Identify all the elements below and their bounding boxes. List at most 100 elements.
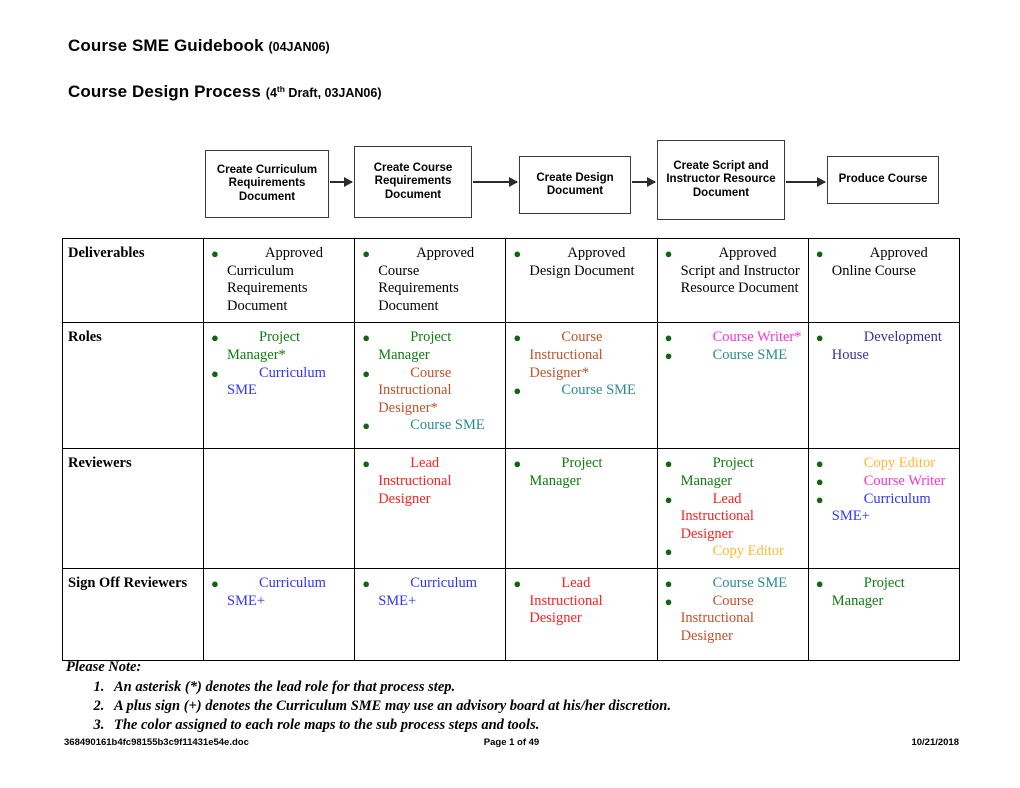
row-label: Roles xyxy=(62,322,204,450)
bullet-icon: ● xyxy=(513,330,522,346)
matrix-cell: ● Course Instructional Designer* ● Course S… xyxy=(505,322,658,450)
list-item: ● Course Instructional Designer xyxy=(663,593,803,646)
matrix-cell: ● Project Manager xyxy=(505,448,658,569)
list-item-label: Curriculum SME xyxy=(227,364,326,399)
matrix-cell: ● Approved Design Document xyxy=(505,237,658,324)
list-item-label: Approved Online Course xyxy=(831,245,928,279)
flow-step-label: Produce Course xyxy=(838,173,928,186)
cell-item-list: ● Lead Instructional Designer xyxy=(511,575,651,628)
section-title-draft: (4th Draft, 03JAN06) xyxy=(265,83,382,100)
bullet-icon: ● xyxy=(664,544,673,560)
bullet-icon: ● xyxy=(815,491,824,507)
list-item: ● Course SME xyxy=(360,417,500,435)
bullet-icon: ● xyxy=(664,575,673,591)
row-label: Reviewers xyxy=(62,448,204,569)
bullet-icon: ● xyxy=(664,491,673,507)
list-item: ● Copy Editor xyxy=(663,543,803,561)
bullet-icon: ● xyxy=(815,246,824,261)
page-title-text: Course SME Guidebook xyxy=(68,36,264,55)
bullet-icon: ● xyxy=(362,246,371,261)
table-row: Roles ● Project Manager* ● Curriculum SME ● Pr… xyxy=(62,322,961,450)
matrix-cell: ● Project Manager xyxy=(807,567,961,661)
list-item-label: Course Writer xyxy=(863,472,946,489)
list-item-label: Development House xyxy=(831,329,942,363)
list-item-label: Lead Instructional Designer xyxy=(378,455,452,507)
bullet-icon: ● xyxy=(362,365,371,381)
flow-step-5: Produce Course xyxy=(827,156,939,204)
matrix-cell: ● Project Manager* ● Curriculum SME xyxy=(202,322,356,450)
cell-item-list: ● Development House xyxy=(814,329,954,364)
list-item-label: Copy Editor xyxy=(863,455,936,472)
list-item: ● Approved Course Requirements Document xyxy=(360,245,500,315)
process-flow-diagram: Create Curriculum Requirements Document C… xyxy=(0,138,1020,230)
list-item-label: Approved Curriculum Requirements Documen… xyxy=(227,245,323,314)
flow-step-label: Create Curriculum Requirements Document xyxy=(216,163,318,203)
cell-item-list: ● Copy Editor ● Course Writer ● Curriculum SM… xyxy=(814,455,954,525)
cell-item-list: ● Approved Curriculum Requirements Docume… xyxy=(209,245,349,315)
list-item: ● Copy Editor xyxy=(814,455,954,473)
list-item-label: Course SME xyxy=(410,417,485,434)
matrix-cell: ● Lead Instructional Designer xyxy=(505,567,658,661)
bullet-icon: ● xyxy=(211,246,219,261)
matrix-cell: ● Approved Curriculum Requirements Docume… xyxy=(202,237,356,324)
footer-page-number: Page 1 of 49 xyxy=(483,737,540,748)
list-item: ● Course SME xyxy=(511,382,651,400)
bullet-icon: ● xyxy=(815,575,824,591)
list-item-label: Course Instructional Designer* xyxy=(378,364,452,416)
document-page: Course SME Guidebook (04JAN06) Course De… xyxy=(0,0,1020,788)
flow-arrow-4 xyxy=(786,177,826,187)
list-item: ● Approved Script and Instructor Resource… xyxy=(663,245,803,298)
note-item: The color assigned to each role maps to … xyxy=(108,716,946,735)
cell-item-list: ● Project Manager xyxy=(511,455,651,490)
bullet-icon: ● xyxy=(664,330,673,346)
list-item: ● Course Instructional Designer* xyxy=(511,329,651,382)
list-item-label: Approved Course Requirements Document xyxy=(378,245,475,314)
list-item: ● Course Instructional Designer* xyxy=(360,365,500,418)
matrix-cell: ● Lead Instructional Designer xyxy=(354,448,507,569)
page-title-date: (04JAN06) xyxy=(268,40,330,54)
cell-item-list: ● Project Manager ● Course Instructional De… xyxy=(360,329,500,435)
bullet-icon: ● xyxy=(362,575,371,591)
list-item: ● Project Manager xyxy=(511,455,651,490)
list-item: ● Approved Online Course xyxy=(814,245,954,280)
matrix-cell: ● Approved Online Course xyxy=(807,237,961,324)
list-item: ● Curriculum SME+ xyxy=(360,575,500,610)
bullet-icon: ● xyxy=(815,456,824,472)
list-item-label: Course Instructional Designer* xyxy=(529,329,603,381)
cell-item-list: ● Project Manager* ● Curriculum SME xyxy=(209,329,349,399)
list-item-label: Lead Instructional Designer xyxy=(529,574,603,627)
bullet-icon: ● xyxy=(513,383,522,399)
flow-step-3: Create Design Document xyxy=(519,156,631,214)
list-item: ● Course SME xyxy=(663,347,803,365)
matrix-cell: ● Project Manager ● Lead Instructional Desi… xyxy=(656,448,809,569)
list-item-label: Curriculum SME+ xyxy=(831,490,931,525)
notes-heading: Please Note: xyxy=(66,659,142,675)
matrix-cell: ● Course SME ● Course Instructional Designe… xyxy=(656,567,809,661)
list-item: ● Lead Instructional Designer xyxy=(511,575,651,628)
matrix-cell: ● Copy Editor ● Course Writer ● Curriculum SM… xyxy=(807,448,961,569)
cell-item-list: ● Approved Script and Instructor Resource… xyxy=(663,245,803,298)
bullet-icon: ● xyxy=(815,473,824,489)
list-item-label: Project Manager xyxy=(378,329,452,363)
flow-arrow-1 xyxy=(330,177,353,187)
list-item: ● Approved Curriculum Requirements Docume… xyxy=(209,245,349,315)
list-item-label: Project Manager xyxy=(680,455,754,489)
list-item-label: Project Manager xyxy=(529,455,603,489)
list-item-label: Project Manager xyxy=(831,574,905,609)
list-item-label: Course Writer* xyxy=(712,329,802,346)
list-item-label: Project Manager* xyxy=(227,329,301,363)
bullet-icon: ● xyxy=(664,593,673,609)
section-title-text: Course Design Process xyxy=(68,82,261,101)
table-row: Deliverables ● Approved Curriculum Require… xyxy=(62,237,961,324)
matrix-body: Deliverables ● Approved Curriculum Require… xyxy=(62,237,961,661)
flow-step-2: Create Course Requirements Document xyxy=(354,146,472,218)
list-item-label: Lead Instructional Designer xyxy=(680,490,754,542)
flow-step-label: Create Script and Instructor Resource Do… xyxy=(666,159,776,199)
bullet-icon: ● xyxy=(362,418,371,434)
bullet-icon: ● xyxy=(362,456,371,472)
raci-matrix-table: Deliverables ● Approved Curriculum Require… xyxy=(62,237,961,661)
document-headings: Course SME Guidebook (04JAN06) Course De… xyxy=(68,36,948,128)
bullet-icon: ● xyxy=(211,330,219,346)
bullet-icon: ● xyxy=(664,246,673,261)
list-item: ● Lead Instructional Designer xyxy=(360,455,500,508)
